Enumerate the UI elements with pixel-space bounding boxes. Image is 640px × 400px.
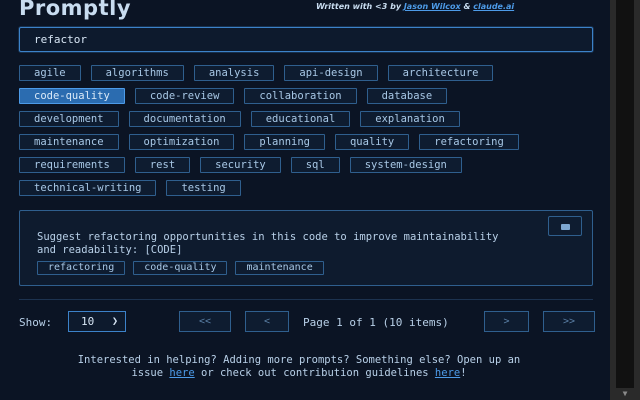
tag-filter-list: agile algorithms analysis api-design archite… [19,65,599,203]
tag-database[interactable]: database [366,88,448,104]
scrollbar[interactable]: ▼ [610,0,640,400]
tag-api-design[interactable]: api-design [284,65,378,81]
tag-agile[interactable]: agile [19,65,81,81]
footer-issue-text: issue [131,367,164,379]
tag-architecture[interactable]: architecture [387,65,494,81]
tag-requirements[interactable]: requirements [19,157,125,173]
copy-button[interactable] [548,216,582,236]
scrollbar-thumb[interactable] [616,0,634,388]
show-label: Show: [19,316,53,329]
prev-page-button[interactable]: < [245,311,289,332]
author-link[interactable]: Jason Wilcox [404,2,461,11]
app-title: Promptly [19,0,132,20]
tag-algorithms[interactable]: algorithms [90,65,184,81]
next-page-button[interactable]: > [484,311,529,332]
page-info: Page 1 of 1 (10 items) [303,316,449,329]
tag-testing[interactable]: testing [166,180,241,196]
tag-documentation[interactable]: documentation [128,111,241,127]
search-input[interactable] [19,27,593,52]
tag-educational[interactable]: educational [250,111,351,127]
credit-prefix: Written with <3 by [316,2,402,11]
last-page-button[interactable]: >> [543,311,595,332]
card-tag-maintenance[interactable]: maintenance [235,261,324,275]
footer-guidelines-text: or check out contribution guidelines [201,367,429,379]
tag-sql[interactable]: sql [290,157,340,173]
card-tag-refactoring[interactable]: refactoring [37,261,126,275]
page-size-select[interactable]: 10 ❯ [68,311,126,332]
tag-row: technical-writing testing [19,180,599,196]
first-page-button[interactable]: << [179,311,231,332]
footer-line2: issue here or check out contribution gui… [0,367,598,380]
tag-security[interactable]: security [200,157,281,173]
tag-row: requirements rest security sql system-design [19,157,599,173]
tag-maintenance[interactable]: maintenance [19,134,119,150]
tag-optimization[interactable]: optimization [128,134,235,150]
tag-code-review[interactable]: code-review [134,88,235,104]
tag-explanation[interactable]: explanation [360,111,460,127]
tag-system-design[interactable]: system-design [349,157,462,173]
tag-technical-writing[interactable]: technical-writing [19,180,157,196]
card-tag-code-quality[interactable]: code-quality [133,261,228,275]
tag-quality[interactable]: quality [334,134,410,150]
prompt-card: Suggest refactoring opportunities in thi… [19,210,593,286]
tag-row: agile algorithms analysis api-design archite… [19,65,599,81]
tag-development[interactable]: development [19,111,119,127]
tag-row: maintenance optimization planning quality re… [19,134,599,150]
tag-code-quality[interactable]: code-quality [19,88,125,104]
tag-row: code-quality code-review collaboration data… [19,88,599,104]
claude-link[interactable]: claude.ai [473,2,514,11]
page-size-value: 10 [81,315,95,328]
chevron-down-icon: ❯ [111,316,118,327]
clipboard-icon [561,224,570,230]
prompt-text: Suggest refactoring opportunities in thi… [37,231,499,256]
tag-refactoring[interactable]: refactoring [419,134,519,150]
credit-line: Written with <3 by Jason Wilcox & claude… [316,2,514,11]
scroll-down-icon[interactable]: ▼ [610,388,640,400]
tag-row: development documentation educational expla… [19,111,599,127]
guidelines-link[interactable]: here [435,367,460,379]
tag-planning[interactable]: planning [244,134,325,150]
footer: Interested in helping? Adding more promp… [0,354,598,380]
prompt-tags: refactoring code-quality maintenance [37,261,324,275]
tag-rest[interactable]: rest [134,157,191,173]
divider [19,299,593,300]
tag-analysis[interactable]: analysis [193,65,275,81]
footer-line1: Interested in helping? Adding more promp… [77,354,521,366]
footer-exclaim: ! [460,367,467,379]
credit-amp: & [463,2,471,11]
tag-collaboration[interactable]: collaboration [244,88,357,104]
issue-link[interactable]: here [169,367,194,379]
